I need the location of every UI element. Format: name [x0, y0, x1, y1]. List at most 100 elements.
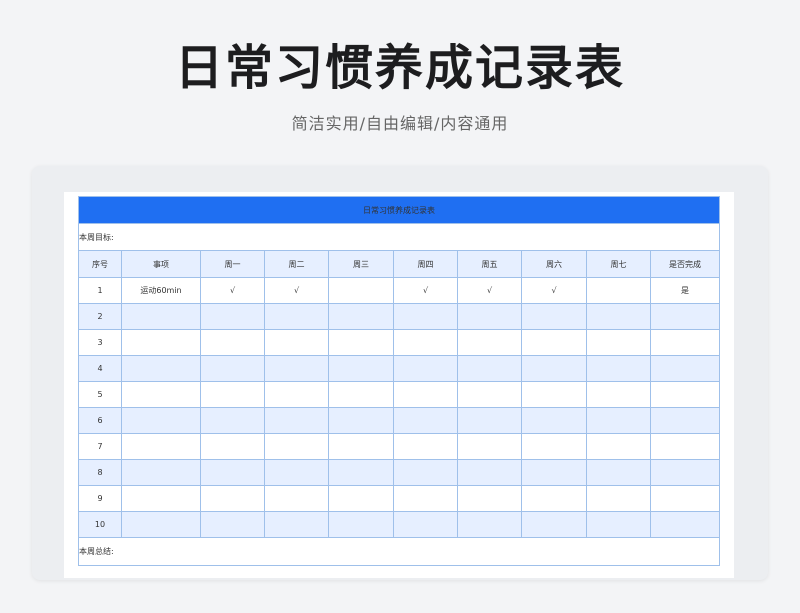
thursday-cell[interactable] [393, 303, 458, 330]
tuesday-cell[interactable] [264, 485, 329, 512]
wednesday-cell[interactable] [328, 407, 394, 434]
thursday-cell[interactable] [393, 485, 458, 512]
weekly-summary-cell[interactable]: 本周总结: [77, 537, 721, 566]
item-cell[interactable] [121, 303, 201, 330]
thursday-cell[interactable]: √ [393, 277, 458, 304]
saturday-cell[interactable] [521, 459, 587, 486]
item-cell[interactable] [121, 329, 201, 356]
saturday-cell[interactable] [521, 355, 587, 382]
header-thursday[interactable]: 周四 [393, 250, 458, 278]
saturday-cell[interactable] [521, 485, 587, 512]
tuesday-cell[interactable] [264, 433, 329, 460]
header-tuesday[interactable]: 周二 [264, 250, 329, 278]
header-monday[interactable]: 周一 [200, 250, 265, 278]
thursday-cell[interactable] [393, 381, 458, 408]
thursday-cell[interactable] [393, 329, 458, 356]
completed-cell[interactable] [649, 485, 721, 512]
wednesday-cell[interactable] [328, 485, 394, 512]
wednesday-cell[interactable] [328, 277, 394, 304]
header-friday[interactable]: 周五 [457, 250, 522, 278]
wednesday-cell[interactable] [328, 303, 394, 330]
tuesday-cell[interactable] [264, 329, 329, 356]
saturday-cell[interactable] [521, 303, 587, 330]
friday-cell[interactable] [457, 485, 522, 512]
monday-cell[interactable] [200, 381, 265, 408]
sunday-cell[interactable] [586, 407, 651, 434]
index-cell[interactable]: 3 [78, 329, 122, 356]
thursday-cell[interactable] [393, 407, 458, 434]
monday-cell[interactable] [200, 407, 265, 434]
sunday-cell[interactable] [586, 329, 651, 356]
saturday-cell[interactable]: √ [521, 277, 587, 304]
item-cell[interactable] [121, 485, 201, 512]
completed-cell[interactable] [649, 329, 721, 356]
friday-cell[interactable] [457, 407, 522, 434]
friday-cell[interactable] [457, 329, 522, 356]
sunday-cell[interactable] [586, 511, 651, 538]
weekly-goal-cell[interactable]: 本周目标: [77, 223, 721, 251]
monday-cell[interactable] [200, 329, 265, 356]
completed-cell[interactable] [649, 433, 721, 460]
monday-cell[interactable] [200, 303, 265, 330]
monday-cell[interactable] [200, 485, 265, 512]
tuesday-cell[interactable] [264, 381, 329, 408]
completed-cell[interactable] [649, 459, 721, 486]
header-wednesday[interactable]: 周三 [328, 250, 394, 278]
friday-cell[interactable] [457, 303, 522, 330]
item-cell[interactable] [121, 355, 201, 382]
header-sunday[interactable]: 周七 [586, 250, 651, 278]
tuesday-cell[interactable] [264, 303, 329, 330]
thursday-cell[interactable] [393, 433, 458, 460]
sunday-cell[interactable] [586, 459, 651, 486]
index-cell[interactable]: 1 [78, 277, 122, 304]
sunday-cell[interactable] [586, 303, 651, 330]
completed-cell[interactable] [649, 381, 721, 408]
index-cell[interactable]: 7 [78, 433, 122, 460]
friday-cell[interactable] [457, 381, 522, 408]
saturday-cell[interactable] [521, 511, 587, 538]
wednesday-cell[interactable] [328, 511, 394, 538]
wednesday-cell[interactable] [328, 381, 394, 408]
tuesday-cell[interactable] [264, 459, 329, 486]
index-cell[interactable]: 9 [78, 485, 122, 512]
monday-cell[interactable] [200, 459, 265, 486]
sunday-cell[interactable] [586, 485, 651, 512]
tuesday-cell[interactable] [264, 511, 329, 538]
thursday-cell[interactable] [393, 511, 458, 538]
index-cell[interactable]: 4 [78, 355, 122, 382]
index-cell[interactable]: 2 [78, 303, 122, 330]
completed-cell[interactable] [649, 303, 721, 330]
item-cell[interactable] [121, 407, 201, 434]
thursday-cell[interactable] [393, 459, 458, 486]
friday-cell[interactable] [457, 355, 522, 382]
sunday-cell[interactable] [586, 433, 651, 460]
completed-cell[interactable] [649, 407, 721, 434]
monday-cell[interactable]: √ [200, 277, 265, 304]
monday-cell[interactable] [200, 355, 265, 382]
completed-cell[interactable]: 是 [649, 277, 721, 304]
thursday-cell[interactable] [393, 355, 458, 382]
completed-cell[interactable] [649, 511, 721, 538]
header-item[interactable]: 事项 [121, 250, 201, 278]
index-cell[interactable]: 8 [78, 459, 122, 486]
saturday-cell[interactable] [521, 433, 587, 460]
header-completed[interactable]: 是否完成 [649, 250, 721, 278]
index-cell[interactable]: 10 [78, 511, 122, 538]
wednesday-cell[interactable] [328, 459, 394, 486]
sunday-cell[interactable] [586, 381, 651, 408]
sunday-cell[interactable] [586, 277, 651, 304]
tuesday-cell[interactable] [264, 407, 329, 434]
header-index[interactable]: 序号 [78, 250, 122, 278]
completed-cell[interactable] [649, 355, 721, 382]
friday-cell[interactable]: √ [457, 277, 522, 304]
index-cell[interactable]: 6 [78, 407, 122, 434]
tuesday-cell[interactable] [264, 355, 329, 382]
tuesday-cell[interactable]: √ [264, 277, 329, 304]
monday-cell[interactable] [200, 511, 265, 538]
header-saturday[interactable]: 周六 [521, 250, 587, 278]
item-cell[interactable] [121, 381, 201, 408]
wednesday-cell[interactable] [328, 329, 394, 356]
saturday-cell[interactable] [521, 329, 587, 356]
item-cell[interactable] [121, 459, 201, 486]
item-cell[interactable] [121, 433, 201, 460]
